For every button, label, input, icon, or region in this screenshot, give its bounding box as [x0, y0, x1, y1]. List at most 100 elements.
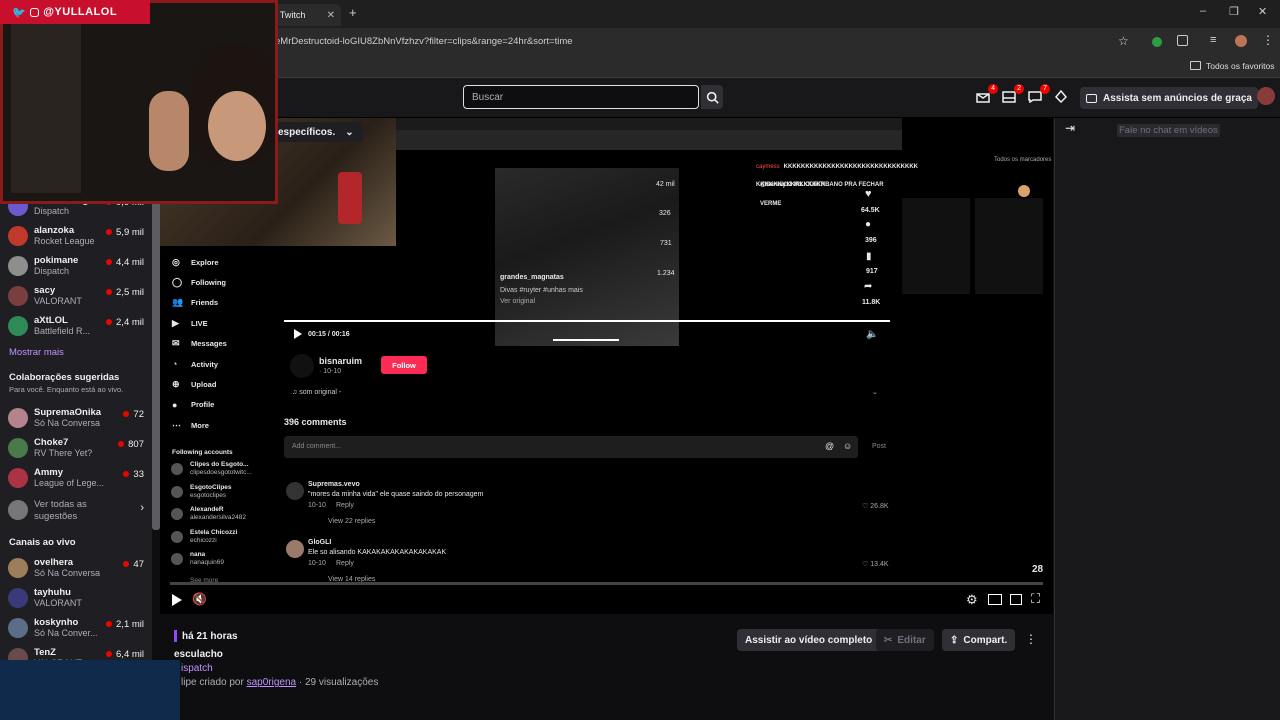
post-sound[interactable]: Ver original: [500, 298, 535, 305]
channel-avatar[interactable]: [8, 256, 28, 276]
tiktok-nav-item[interactable]: ▶ LIVE: [172, 316, 208, 330]
tiktok-nav-item[interactable]: ⊕ Upload: [172, 377, 216, 391]
twitter-icon: 🐦: [12, 6, 27, 19]
tiktok-nav-item[interactable]: ⋯ More: [172, 418, 209, 432]
sidebar-channel[interactable]: pokimane Dispatch 4,4 mil: [8, 254, 148, 280]
follow-button[interactable]: Follow: [381, 356, 427, 374]
tiktok-nav-item[interactable]: ● Profile: [172, 398, 214, 412]
view-replies-link[interactable]: View 22 replies: [328, 518, 375, 525]
inbox-icon[interactable]: 2: [1002, 84, 1024, 104]
comment-icon[interactable]: ●: [865, 219, 871, 230]
volume-icon[interactable]: 🔈: [866, 329, 878, 340]
close-icon[interactable]: ✕: [327, 10, 335, 21]
media-icon[interactable]: ≡: [1210, 34, 1216, 46]
settings-gear-icon[interactable]: ⚙: [966, 592, 978, 608]
channel-avatar[interactable]: [8, 408, 28, 428]
sidebar-toggle-icon[interactable]: [1010, 594, 1022, 605]
sidebar-channel[interactable]: tayhuhu VALORANT: [8, 586, 148, 612]
all-bookmarks[interactable]: Todos os favoritos: [1206, 61, 1275, 71]
show-more-link[interactable]: Mostrar mais: [9, 347, 64, 358]
mute-icon[interactable]: 🔇: [192, 592, 207, 606]
clip-category[interactable]: ispatch: [181, 663, 213, 674]
following-account[interactable]: Estela Chicozzi echicozzi: [171, 529, 281, 549]
search-button[interactable]: [701, 85, 723, 109]
comment-user[interactable]: GloGLI: [308, 539, 331, 546]
following-account[interactable]: AlexandeR alexandersilva2482: [171, 506, 281, 526]
comment-likes[interactable]: ♡ 13.4K: [862, 560, 889, 568]
channel-avatar[interactable]: [8, 226, 28, 246]
new-tab-icon[interactable]: +: [349, 5, 357, 20]
filter-dropdown[interactable]: específicos. ⌄: [270, 122, 362, 142]
sidebar-channel[interactable]: koskynho Só Na Conver... 2,1 mil: [8, 616, 148, 642]
channel-avatar[interactable]: [8, 438, 28, 458]
channel-avatar[interactable]: [8, 316, 28, 336]
channel-avatar[interactable]: [8, 618, 28, 638]
add-comment-input[interactable]: [284, 436, 858, 458]
channel-avatar[interactable]: [8, 468, 28, 488]
following-account[interactable]: EsgotoClipes esgotoclipes: [171, 484, 281, 504]
comment-avatar[interactable]: [286, 482, 304, 500]
sidebar-channel[interactable]: Choke7 RV There Yet? 807: [8, 436, 148, 462]
chevron-down-icon[interactable]: ⌄: [872, 388, 878, 396]
comment-user[interactable]: Supremas.vevo: [308, 481, 360, 488]
extension-icon[interactable]: [1152, 37, 1162, 47]
see-all-suggestions[interactable]: Ver todas as sugestões ›: [8, 498, 148, 526]
sidebar-channel[interactable]: Ammy League of Lege... 33: [8, 466, 148, 492]
menu-icon[interactable]: ⋮: [1262, 33, 1274, 47]
author-name[interactable]: bisnaruim: [319, 356, 362, 366]
post-user[interactable]: grandes_magnatas: [500, 274, 564, 281]
following-account[interactable]: nana nanaquin69: [171, 551, 281, 571]
share-button[interactable]: ⇪ Compart.: [942, 629, 1016, 651]
channel-avatar[interactable]: [8, 286, 28, 306]
prime-icon[interactable]: 4: [976, 84, 998, 104]
puzzle-icon[interactable]: [1177, 35, 1188, 46]
close-window-icon[interactable]: ✕: [1258, 5, 1267, 18]
play-pause-icon[interactable]: [172, 594, 182, 606]
bits-icon[interactable]: [1054, 89, 1071, 104]
mention-icon[interactable]: @: [825, 441, 834, 451]
minimize-icon[interactable]: –: [1200, 5, 1206, 17]
tiktok-progress-bar[interactable]: [284, 320, 890, 322]
ad-free-button[interactable]: Assista sem anúncios de graça: [1080, 87, 1258, 109]
comment-likes[interactable]: ♡ 26.8K: [862, 502, 889, 510]
tiktok-nav-item[interactable]: ✉ Messages: [172, 337, 227, 351]
video-progress-bar[interactable]: [170, 582, 1043, 585]
following-account[interactable]: Clipes do Esgoto... clipesdoesgototwitc..…: [171, 461, 281, 481]
watch-full-video-button[interactable]: Assistir ao vídeo completo: [737, 629, 881, 651]
user-avatar[interactable]: [1257, 87, 1275, 105]
post-button[interactable]: Post: [872, 443, 886, 450]
share-icon[interactable]: ➦: [864, 281, 872, 292]
play-icon[interactable]: [294, 329, 302, 339]
reply-link[interactable]: Reply: [336, 502, 354, 509]
sound-label[interactable]: ♫ som original -: [292, 389, 341, 396]
sidebar-channel[interactable]: alanzoka Rocket League 5,9 mil: [8, 224, 148, 250]
sidebar-channel[interactable]: sacy VALORANT 2,5 mil: [8, 284, 148, 310]
tiktok-nav-item[interactable]: ◔ Activity: [172, 357, 218, 371]
reply-link[interactable]: Reply: [336, 560, 354, 567]
more-options-icon[interactable]: ⋮: [1025, 632, 1037, 646]
whispers-icon[interactable]: 7: [1028, 84, 1050, 104]
tiktok-nav-item[interactable]: 👥 Friends: [172, 296, 218, 310]
url-field[interactable]: eMrDestructoid-loGIU8ZbNnVfzhzv?filter=c…: [275, 36, 573, 47]
collapse-chat-icon[interactable]: ⇥: [1065, 121, 1075, 135]
theatre-mode-icon[interactable]: [988, 594, 1002, 605]
search-input[interactable]: Buscar: [463, 85, 699, 109]
emoji-icon[interactable]: ☺: [843, 441, 852, 451]
tiktok-nav-item[interactable]: ◯ Following: [172, 275, 226, 289]
restore-icon[interactable]: ❐: [1229, 5, 1239, 18]
bookmark-icon[interactable]: ▮: [866, 251, 872, 262]
sidebar-channel[interactable]: aXtLOL Battlefield R... 2,4 mil: [8, 314, 148, 340]
star-icon[interactable]: ☆: [1118, 34, 1129, 48]
clip-creator-link[interactable]: sap0rigena: [247, 677, 296, 688]
channel-avatar[interactable]: [8, 558, 28, 578]
sidebar-channel[interactable]: SupremaOnika Só Na Conversa 72: [8, 406, 148, 432]
sidebar-channel[interactable]: ovelhera Só Na Conversa 47: [8, 556, 148, 582]
tiktok-nav-item[interactable]: ◎ Explore: [172, 255, 219, 269]
author-avatar[interactable]: [290, 354, 314, 378]
edit-button[interactable]: ✂ Editar: [876, 629, 934, 651]
channel-avatar[interactable]: [8, 588, 28, 608]
comment-avatar[interactable]: [286, 540, 304, 558]
profile-avatar[interactable]: [1235, 35, 1247, 47]
fullscreen-icon[interactable]: ⛶: [1031, 591, 1040, 607]
chat-user[interactable]: caymess: [756, 164, 780, 170]
